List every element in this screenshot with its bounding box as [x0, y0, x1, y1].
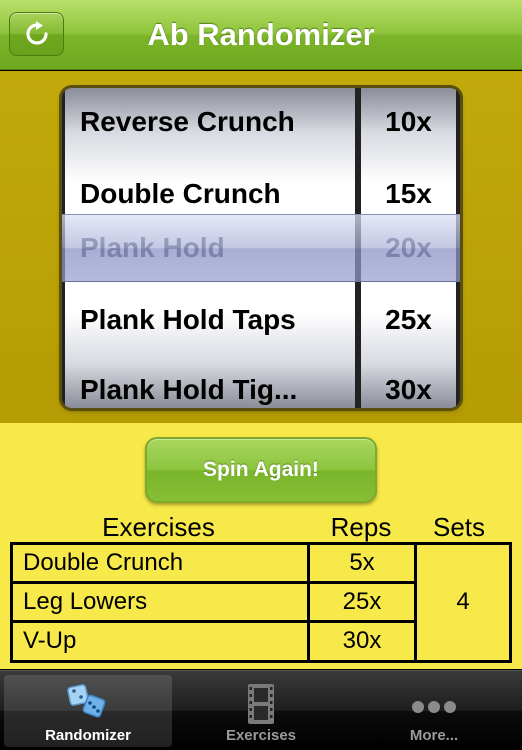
table-cell-reps: 5x	[349, 549, 375, 576]
picker-reps-row[interactable]: 25x	[361, 284, 456, 356]
table-cell-exercise: Leg Lowers	[23, 588, 148, 615]
reps-header: Reps	[330, 512, 392, 542]
table-cell-exercise: V-Up	[23, 627, 77, 654]
table-cell-exercise: Double Crunch	[23, 549, 184, 576]
workout-table: Double Crunch 5x Leg Lowers 25x V-Up 30x…	[10, 542, 512, 663]
exercise-wheel[interactable]: Reverse Crunch Double Crunch Plank Hold …	[65, 88, 355, 408]
table-cell-reps: 25x	[342, 588, 382, 615]
more-dots-icon	[412, 701, 456, 713]
navigation-bar: Ab Randomizer	[0, 0, 522, 70]
picker-area: Reverse Crunch Double Crunch Plank Hold …	[0, 71, 522, 423]
picker-reps-row[interactable]: 30x	[361, 354, 456, 408]
tab-more[interactable]: More...	[350, 675, 518, 747]
reps-wheel[interactable]: 10x 15x 20x 25x 30x	[361, 88, 456, 408]
exercises-header: Exercises	[102, 512, 215, 542]
picker-reps-row-selected[interactable]: 20x	[361, 212, 456, 284]
page-title: Ab Randomizer	[147, 17, 375, 52]
picker-exercise-row[interactable]: Plank Hold Tig...	[65, 354, 355, 408]
tab-bar: Randomizer Exercises More...	[0, 670, 522, 750]
dice-icon	[67, 684, 106, 718]
exercise-picker[interactable]: Reverse Crunch Double Crunch Plank Hold …	[62, 88, 460, 408]
picker-exercise-row[interactable]: Reverse Crunch	[65, 88, 355, 158]
tab-label: More...	[409, 727, 459, 744]
film-strip-icon	[248, 684, 274, 724]
spin-again-button[interactable]: Spin Again!	[145, 437, 377, 503]
tab-label: Randomizer	[45, 727, 131, 744]
picker-exercise-row[interactable]: Plank Hold Taps	[65, 284, 355, 356]
workout-panel: Spin Again! Exercises Reps Sets Double C…	[0, 423, 522, 669]
sets-header: Sets	[432, 512, 486, 542]
picker-reps-row[interactable]: 10x	[361, 88, 456, 158]
table-cell-reps: 30x	[342, 627, 382, 654]
tab-randomizer[interactable]: Randomizer	[4, 675, 172, 747]
picker-exercise-row-selected[interactable]: Plank Hold	[65, 212, 355, 284]
tab-exercises[interactable]: Exercises	[177, 675, 345, 747]
tab-label: Exercises	[225, 727, 297, 744]
table-cell-sets: 4	[456, 588, 470, 615]
